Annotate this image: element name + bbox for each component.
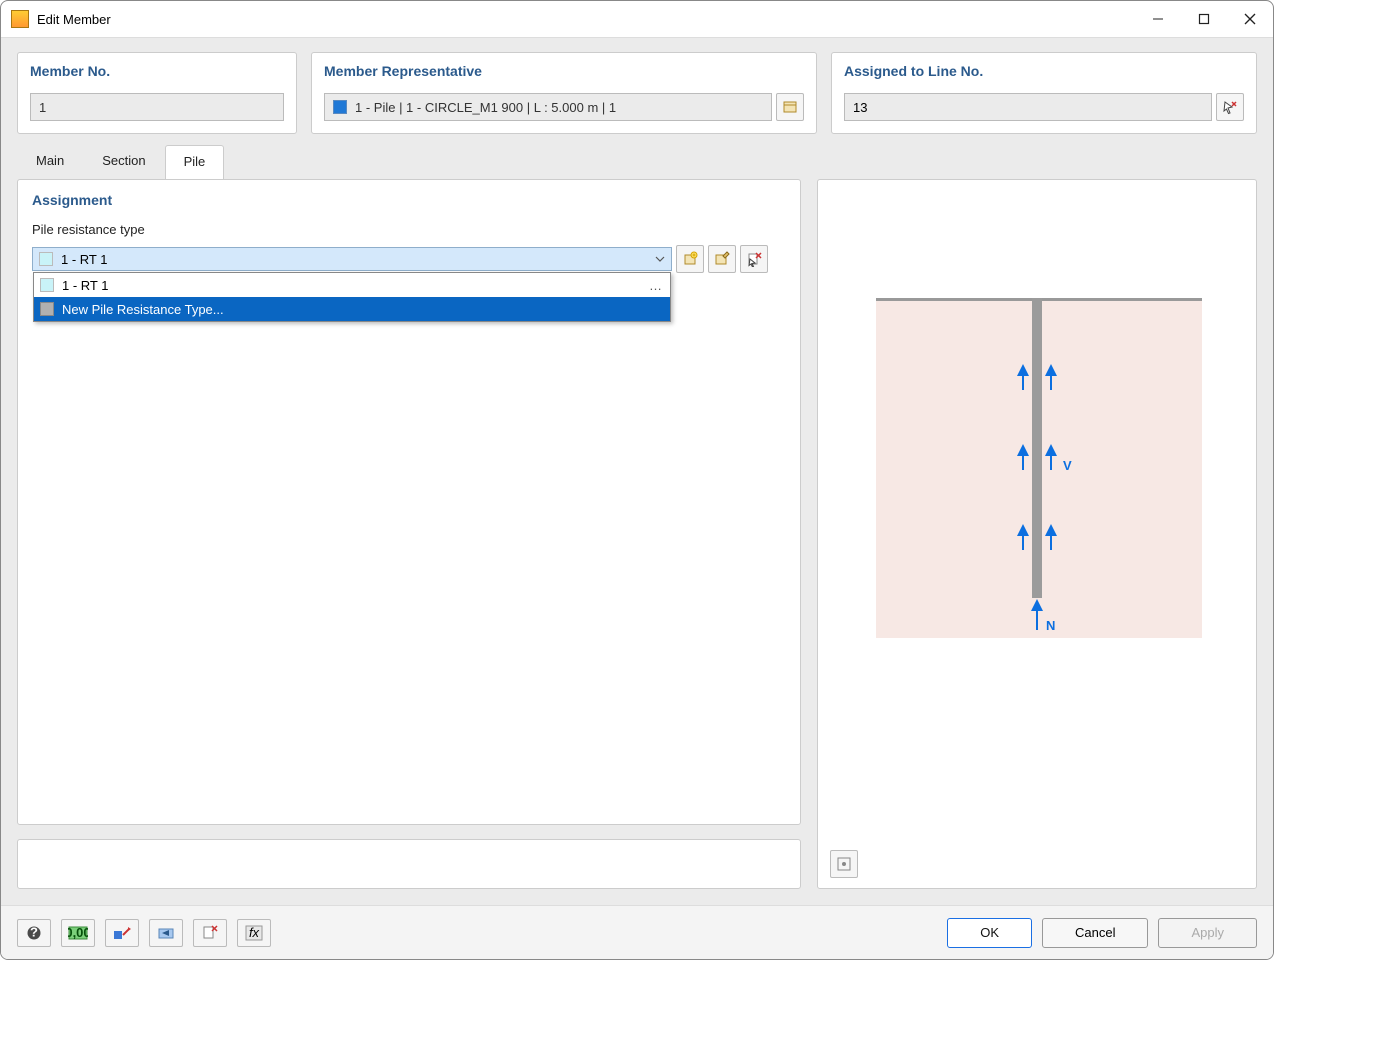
edit-item-icon xyxy=(714,251,730,267)
apply-button: Apply xyxy=(1158,918,1257,948)
skin-friction-arrows xyxy=(818,180,1258,880)
assignment-title: Assignment xyxy=(32,192,786,208)
tab-section[interactable]: Section xyxy=(83,144,164,179)
fx-icon: fx xyxy=(245,925,263,941)
header-panels: Member No. 1 Member Representative 1 - P… xyxy=(1,38,1273,134)
app-icon xyxy=(11,10,29,28)
pick-icon xyxy=(1222,99,1238,115)
minimize-button[interactable] xyxy=(1135,1,1181,37)
memrep-color-swatch xyxy=(333,100,347,114)
edit-resistance-button[interactable] xyxy=(708,245,736,273)
go-to-button[interactable] xyxy=(149,919,183,947)
memberno-title: Member No. xyxy=(30,63,284,79)
dropdown-item-rt1[interactable]: 1 - RT 1 … xyxy=(34,273,670,297)
preview-n-label: N xyxy=(1046,618,1055,633)
preview-panel: V N xyxy=(817,179,1257,889)
memrep-title: Member Representative xyxy=(324,63,804,79)
preview-v-label: V xyxy=(1063,458,1072,473)
window-title: Edit Member xyxy=(37,12,111,27)
pile-resistance-dropdown[interactable]: 1 - RT 1 1 - RT 1 … xyxy=(32,247,672,271)
preview-settings-button[interactable] xyxy=(830,850,858,878)
svg-text:0,00: 0,00 xyxy=(68,925,88,940)
help-icon: ? xyxy=(26,925,42,941)
create-new-icon xyxy=(682,251,698,267)
create-new-resistance-button[interactable] xyxy=(676,245,704,273)
dropdown-selected-text: 1 - RT 1 xyxy=(61,252,107,267)
memberno-value: 1 xyxy=(30,93,284,121)
memrep-library-button[interactable] xyxy=(776,93,804,121)
memrep-value: 1 - Pile | 1 - CIRCLE_M1 900 | L : 5.000… xyxy=(324,93,772,121)
svg-text:fx: fx xyxy=(249,925,260,940)
library-icon xyxy=(782,99,798,115)
dropdown-item-rt1-label: 1 - RT 1 xyxy=(62,278,108,293)
item-color-swatch xyxy=(40,278,54,292)
dropdown-item-new[interactable]: New Pile Resistance Type... xyxy=(34,297,670,321)
delete-pick-icon xyxy=(746,251,762,267)
convert-representative-button[interactable] xyxy=(105,919,139,947)
svg-text:?: ? xyxy=(30,925,38,940)
maximize-button[interactable] xyxy=(1181,1,1227,37)
pile-resistance-dropdown-panel: 1 - RT 1 … New Pile Resistance Type... xyxy=(33,272,671,322)
dropdown-color-swatch xyxy=(39,252,53,266)
cancel-button[interactable]: Cancel xyxy=(1042,918,1148,948)
convert-icon xyxy=(113,925,131,941)
pile-resistance-label: Pile resistance type xyxy=(32,222,786,237)
item-new-swatch xyxy=(40,302,54,316)
ok-button[interactable]: OK xyxy=(947,918,1032,948)
units-icon: 0,00 xyxy=(68,925,88,941)
assigned-title: Assigned to Line No. xyxy=(844,63,1244,79)
help-button[interactable]: ? xyxy=(17,919,51,947)
pick-delete-icon xyxy=(202,925,218,941)
tabs: Main Section Pile xyxy=(1,134,1273,179)
close-button[interactable] xyxy=(1227,1,1273,37)
pick-delete-button[interactable] xyxy=(193,919,227,947)
view-settings-icon xyxy=(836,856,852,872)
bottom-bar: ? 0,00 fx OK Cancel Apply xyxy=(1,905,1273,959)
assigned-value[interactable]: 13 xyxy=(844,93,1212,121)
tab-main[interactable]: Main xyxy=(17,144,83,179)
assigned-pick-button[interactable] xyxy=(1216,93,1244,121)
memrep-text: 1 - Pile | 1 - CIRCLE_M1 900 | L : 5.000… xyxy=(355,100,616,115)
fx-button[interactable]: fx xyxy=(237,919,271,947)
dropdown-item-new-label: New Pile Resistance Type... xyxy=(62,302,224,317)
delete-resistance-button[interactable] xyxy=(740,245,768,273)
units-button[interactable]: 0,00 xyxy=(61,919,95,947)
tab-pile[interactable]: Pile xyxy=(165,145,225,180)
ellipsis-icon[interactable]: … xyxy=(649,278,664,293)
go-to-icon xyxy=(157,925,175,941)
chevron-down-icon xyxy=(655,252,665,267)
details-strip xyxy=(17,839,801,889)
assignment-card: Assignment Pile resistance type 1 - RT 1 xyxy=(17,179,801,825)
title-bar: Edit Member xyxy=(1,1,1273,38)
